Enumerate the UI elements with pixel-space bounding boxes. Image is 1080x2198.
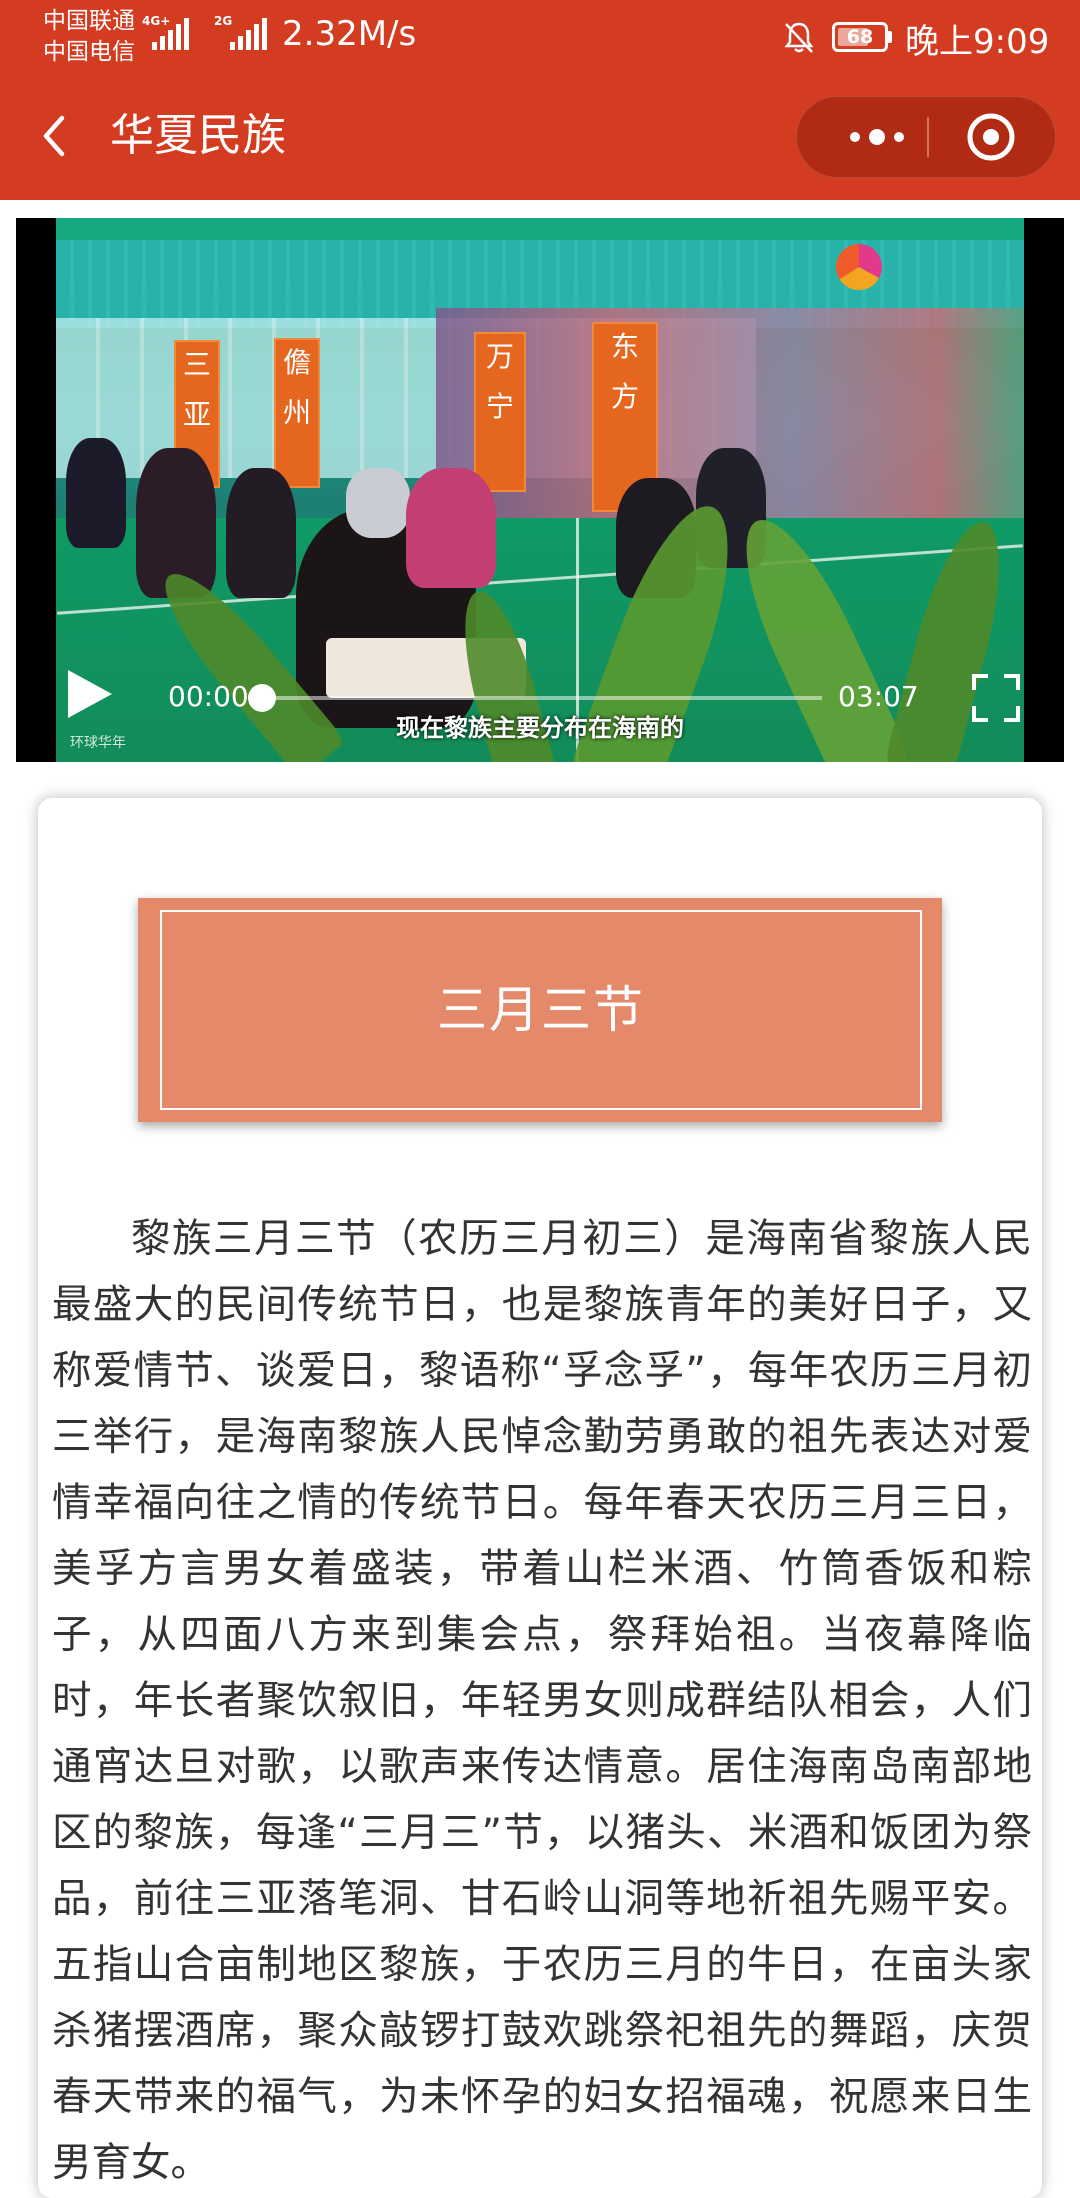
- network-speed: 2.32M/s: [282, 14, 417, 54]
- fullscreen-icon[interactable]: [970, 672, 1022, 724]
- article-title-frame: 三月三节: [160, 910, 922, 1110]
- video-progress-knob[interactable]: [248, 684, 276, 712]
- article-title: 三月三节: [437, 981, 645, 1039]
- play-icon[interactable]: [60, 664, 120, 724]
- battery-percent: 68: [846, 26, 874, 48]
- article-title-box: 三月三节: [138, 898, 942, 1122]
- battery-indicator: 68: [832, 22, 888, 52]
- battery-tip: [888, 31, 892, 43]
- mini-program-capsule: [796, 96, 1056, 178]
- navigation-bar: 华夏民族: [0, 96, 1080, 180]
- status-bar: 中国联通 中国电信 4G+ 2G 2.32M/s 68 晚上9:09: [0, 0, 1080, 76]
- carrier-info: 中国联通 中国电信: [43, 6, 135, 68]
- video-player[interactable]: 三亚 儋州 万宁 东方 00:00 03:07 现在黎族主要分布在海南的 环球华…: [16, 218, 1064, 762]
- video-subtitle: 现在黎族主要分布在海南的: [396, 714, 684, 742]
- signal-icon: [152, 18, 189, 50]
- article-body: 黎族三月三节（农历三月初三）是海南省黎族人民最盛大的民间传统节日，也是黎族青年的…: [52, 1216, 1032, 2186]
- target-icon[interactable]: [947, 97, 1047, 177]
- video-total-time: 03:07: [838, 680, 919, 713]
- capsule-divider: [927, 117, 929, 157]
- video-controls: 00:00 03:07 现在黎族主要分布在海南的 环球华年: [16, 218, 1064, 762]
- carrier-2: 中国电信: [43, 39, 135, 65]
- header-bar: 中国联通 中国电信 4G+ 2G 2.32M/s 68 晚上9:09 华夏民族: [0, 0, 1080, 200]
- video-watermark: 环球华年: [70, 735, 126, 751]
- video-progress-track[interactable]: [262, 696, 822, 700]
- carrier-1: 中国联通: [43, 8, 135, 34]
- page-title: 华夏民族: [110, 110, 286, 161]
- back-arrow-icon[interactable]: [30, 106, 80, 166]
- article-card: 三月三节 黎族三月三节（农历三月初三）是海南省黎族人民最盛大的民间传统节日，也是…: [38, 798, 1042, 2198]
- video-current-time: 00:00: [168, 680, 249, 713]
- more-dots-icon[interactable]: [827, 97, 927, 177]
- status-time: 晚上9:09: [905, 22, 1050, 62]
- bell-off-icon: [784, 22, 814, 53]
- signal-icon-2: [230, 18, 267, 50]
